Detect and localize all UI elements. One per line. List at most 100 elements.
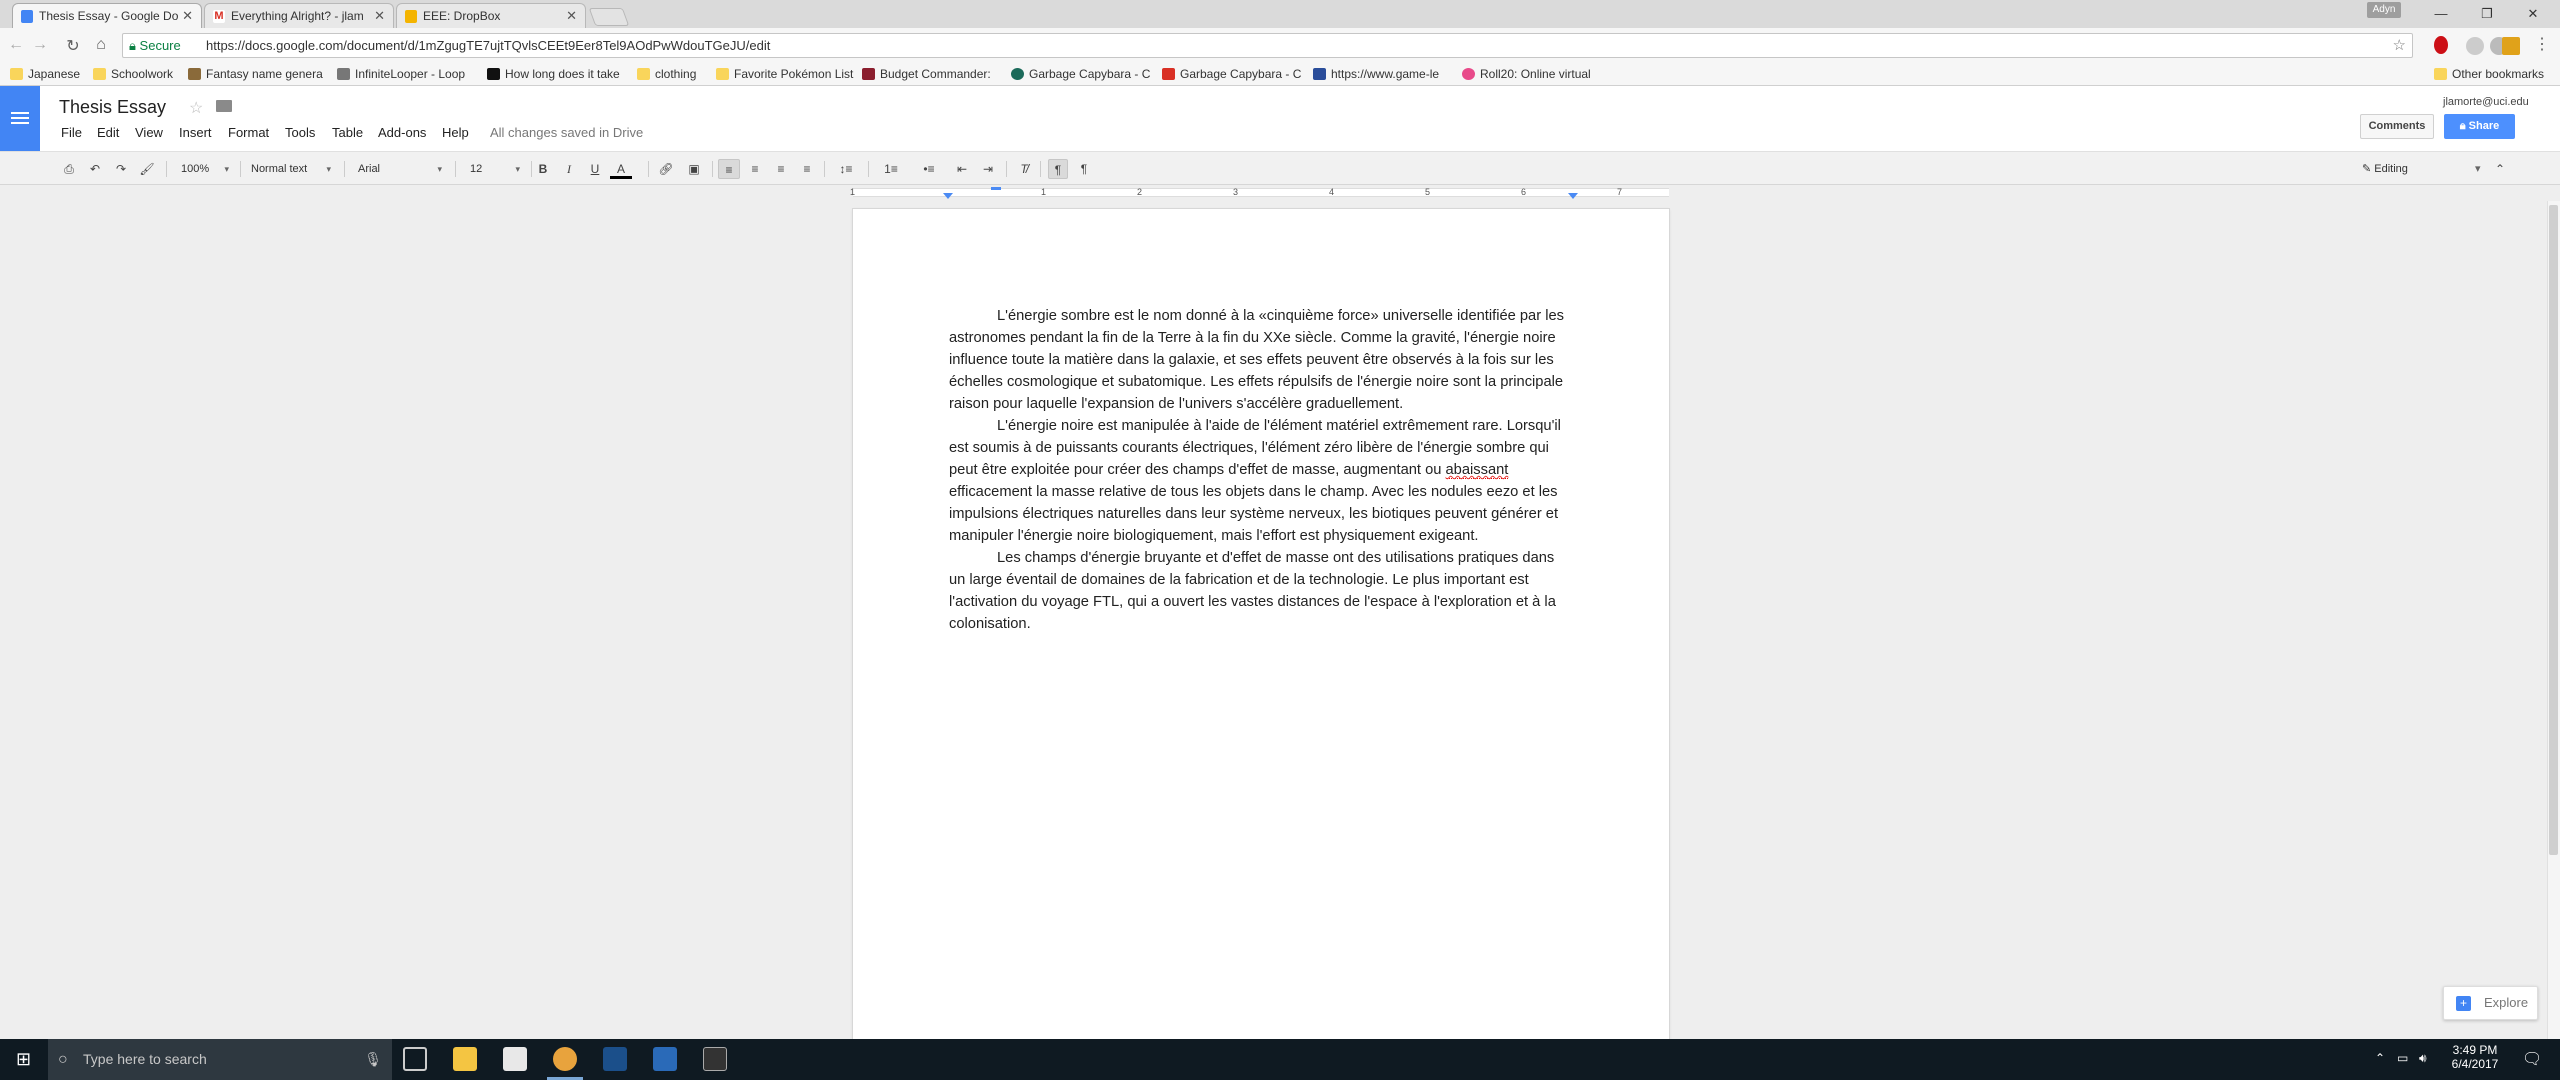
scrollbar-thumb[interactable] [2549,205,2558,855]
clock[interactable]: 3:49 PM 6/4/2017 [2445,1043,2505,1071]
decrease-indent-icon[interactable]: ⇤ [952,159,972,179]
address-bar[interactable]: 🔒︎ Secure https://docs.google.com/docume… [122,33,2413,58]
minimize-button[interactable]: — [2418,0,2464,28]
tab-thesis-essay[interactable]: Thesis Essay - Google Do ✕ [12,3,202,28]
save-status[interactable]: All changes saved in Drive [490,125,643,140]
paragraph[interactable]: L'énergie noire est manipulée à l'aide d… [949,415,1573,547]
tray-chevron-icon[interactable]: ⌃ [2375,1051,2385,1065]
windows-start-icon[interactable]: ⊞ [0,1039,47,1080]
bookmark-star-icon[interactable]: ☆ [2393,34,2406,57]
comments-button[interactable]: Comments [2360,114,2434,139]
menu-view[interactable]: View [135,125,163,140]
clear-formatting-icon[interactable]: T̸ [1014,159,1034,179]
opera-extension-icon[interactable] [2434,36,2448,54]
docs-home-icon[interactable] [0,86,40,151]
close-tab-icon[interactable]: ✕ [374,4,385,28]
bold-button[interactable]: B [534,159,552,179]
font-size-select[interactable]: 12 [470,159,522,179]
close-window-button[interactable]: ✕ [2510,0,2556,28]
network-icon[interactable]: ▭ [2397,1051,2408,1065]
bookmark-roll20[interactable]: Roll20: Online virtual [1462,63,1591,85]
menu-file[interactable]: File [61,125,82,140]
underline-button[interactable]: U [586,159,604,179]
cloud-extension-icon[interactable] [2466,37,2484,55]
redo-icon[interactable]: ↷ [112,159,130,179]
star-icon[interactable]: ☆ [189,98,203,118]
account-email[interactable]: jlamorte@uci.edu [2443,96,2529,108]
comment-icon[interactable]: ▣ [684,159,704,179]
align-center-icon[interactable]: ≡ [744,159,766,179]
reload-icon[interactable]: ↻ [63,36,83,56]
other-bookmarks[interactable]: Other bookmarks [2434,63,2544,85]
notifications-icon[interactable]: 🗨︎ [2522,1049,2542,1069]
numbered-list-icon[interactable]: 1≡ [876,159,906,179]
bookmark-japanese[interactable]: Japanese [10,63,80,85]
first-line-indent-marker[interactable] [991,187,1001,190]
explore-button[interactable]: + Explore [2443,986,2538,1020]
bookmark-fantasy-names[interactable]: Fantasy name genera [188,63,323,85]
align-justify-icon[interactable]: ≡ [796,159,818,179]
menu-tools[interactable]: Tools [285,125,315,140]
text-color-button[interactable]: A [610,159,632,179]
forward-icon[interactable]: → [30,36,50,54]
steam-icon[interactable] [603,1047,627,1071]
ltr-text-icon[interactable]: ¶ [1048,159,1068,179]
share-button[interactable]: 🔒︎ Share [2444,114,2515,139]
chrome-icon[interactable] [553,1047,577,1071]
menu-help[interactable]: Help [442,125,469,140]
editing-mode-select[interactable]: ✎ Editing ▾ [2362,159,2481,179]
zoom-select[interactable]: 100% [181,159,231,179]
link-icon[interactable]: 🔗︎ [656,159,676,179]
app-icon[interactable] [653,1047,677,1071]
menu-table[interactable]: Table [332,125,363,140]
increase-indent-icon[interactable]: ⇥ [978,159,998,179]
volume-icon[interactable]: 🔊︎ [2419,1051,2427,1066]
bookmark-garbage-capybara-2[interactable]: Garbage Capybara - C [1162,63,1301,85]
tab-dropbox[interactable]: EEE: DropBox ✕ [396,3,586,28]
restore-button[interactable]: ❐ [2464,0,2510,28]
document-body[interactable]: L'énergie sombre est le nom donné à la «… [949,305,1573,635]
left-indent-marker[interactable] [943,193,953,199]
folder-icon[interactable] [216,100,232,112]
line-spacing-icon[interactable]: ↕≡ [832,159,860,179]
bookmark-how-long[interactable]: How long does it take [487,63,620,85]
bookmark-schoolwork[interactable]: Schoolwork [93,63,173,85]
close-tab-icon[interactable]: ✕ [182,4,193,28]
bulleted-list-icon[interactable]: •≡ [914,159,944,179]
microphone-icon[interactable]: 🎙︎ [364,1039,382,1080]
file-explorer-icon[interactable] [453,1047,477,1071]
bookmark-garbage-capybara-1[interactable]: Garbage Capybara - C [1011,63,1150,85]
tab-gmail[interactable]: M Everything Alright? - jlam ✕ [204,3,394,28]
extension-icon[interactable] [2502,37,2520,55]
paragraph[interactable]: Les champs d'énergie bruyante et d'effet… [949,547,1573,635]
collapse-menus-icon[interactable]: ⌃ [2490,159,2510,179]
back-icon[interactable]: ← [6,36,26,54]
secure-indicator[interactable]: 🔒︎ Secure [129,34,181,57]
task-view-icon[interactable] [403,1047,427,1071]
rtl-text-icon[interactable]: ¶ [1074,159,1094,179]
font-select[interactable]: Arial [358,159,444,179]
new-tab-button[interactable] [588,8,630,26]
menu-addons[interactable]: Add-ons [378,125,426,140]
right-indent-marker[interactable] [1568,193,1578,199]
profile-badge[interactable]: Adyn [2367,2,2401,18]
paint-format-icon[interactable]: 🖌︎ [138,159,156,179]
bookmark-clothing[interactable]: clothing [637,63,696,85]
home-icon[interactable]: ⌂ [91,36,111,54]
close-tab-icon[interactable]: ✕ [566,4,577,28]
bookmark-infinitelooper[interactable]: InfiniteLooper - Loop [337,63,465,85]
align-right-icon[interactable]: ≡ [770,159,792,179]
taskbar-search-box[interactable]: ○ Type here to search 🎙︎ [48,1039,392,1080]
style-select[interactable]: Normal text [251,159,333,179]
document-page[interactable]: L'énergie sombre est le nom donné à la «… [853,209,1669,1039]
store-icon[interactable] [503,1047,527,1071]
menu-edit[interactable]: Edit [97,125,119,140]
print-icon[interactable]: ⎙ [60,159,78,179]
undo-icon[interactable]: ↶ [86,159,104,179]
misspelled-word[interactable]: abaissant [1445,462,1509,479]
bookmark-pokemon[interactable]: Favorite Pokémon List [716,63,853,85]
menu-insert[interactable]: Insert [179,125,212,140]
photos-icon[interactable] [703,1047,727,1071]
align-left-icon[interactable]: ≡ [718,159,740,179]
menu-format[interactable]: Format [228,125,269,140]
